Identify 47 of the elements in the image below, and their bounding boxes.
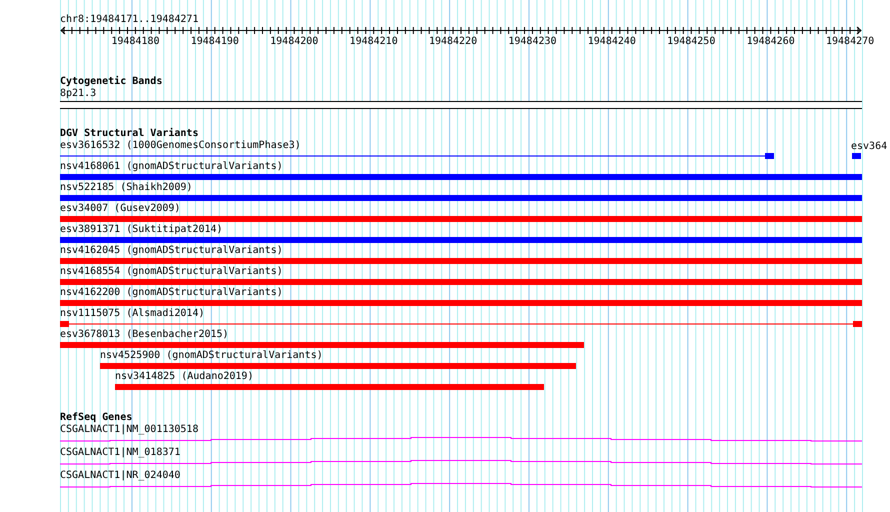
variant-label: nsv522185 (Shaikh2009) — [60, 182, 192, 194]
variant-label: nsv1115075 (Alsmadi2014) — [60, 308, 204, 320]
variant-bar[interactable] — [60, 300, 862, 306]
variant-label: esv3616532 (1000GenomesConsortiumPhase3) — [60, 140, 301, 152]
gene-label: CSGALNACT1|NR_024040 — [60, 470, 180, 482]
variant-bar[interactable] — [852, 153, 861, 159]
variant-label: nsv4168554 (gnomADStructuralVariants) — [60, 266, 283, 278]
gene-model-line[interactable] — [60, 436, 862, 443]
track-title: RefSeq Genes — [60, 412, 132, 424]
variant-bar[interactable] — [100, 363, 576, 369]
variant-label: esv3678013 (Besenbacher2015) — [60, 329, 229, 341]
track-title: Cytogenetic Bands — [60, 76, 162, 88]
gene-model-line[interactable] — [60, 459, 862, 466]
variant-label: esv3891371 (Suktitipat2014) — [60, 224, 223, 236]
variant-label: nsv3414825 (Audano2019) — [115, 371, 254, 383]
tick-label: 19484250 — [666, 36, 716, 48]
tick-label: 19484230 — [507, 36, 558, 48]
tick-label: 19484220 — [428, 36, 478, 48]
variant-bar[interactable] — [60, 174, 862, 180]
tick-label: 19484180 — [110, 36, 160, 48]
variant-bar[interactable] — [60, 216, 862, 222]
variant-bar[interactable] — [60, 279, 862, 285]
tick-label: 19484210 — [348, 36, 399, 48]
variant-label: nsv4162200 (gnomADStructuralVariants) — [60, 287, 283, 299]
variant-bar[interactable] — [60, 258, 862, 264]
gene-model-line[interactable] — [60, 482, 862, 489]
tick-label: 19484240 — [586, 36, 637, 48]
tick-label: 19484200 — [269, 36, 320, 48]
variant-label: nsv4168061 (gnomADStructuralVariants) — [60, 161, 283, 173]
variant-bar[interactable] — [60, 195, 862, 201]
variant-label: nsv4525900 (gnomADStructuralVariants) — [100, 350, 323, 362]
variant-bar[interactable] — [115, 384, 544, 390]
tick-label: 19484260 — [746, 36, 796, 48]
tick-label: 19484270 — [824, 36, 876, 48]
variant-label: nsv4162045 (gnomADStructuralVariants) — [60, 245, 283, 257]
split-variant[interactable] — [60, 153, 774, 159]
gene-label: CSGALNACT1|NM_001130518 — [60, 424, 198, 436]
variant-label: esv364 — [851, 141, 888, 153]
band-label: 8p21.3 — [60, 88, 96, 100]
genomic-position: chr8:19484171..19484271 — [60, 14, 198, 26]
variant-bar[interactable] — [60, 342, 584, 348]
track-title: DGV Structural Variants — [60, 128, 198, 140]
split-variant[interactable] — [60, 321, 862, 327]
gene-label: CSGALNACT1|NM_018371 — [60, 447, 180, 459]
tick-label: 19484190 — [190, 36, 240, 48]
variant-label: esv34007 (Gusev2009) — [60, 203, 180, 215]
variant-bar[interactable] — [60, 237, 862, 243]
